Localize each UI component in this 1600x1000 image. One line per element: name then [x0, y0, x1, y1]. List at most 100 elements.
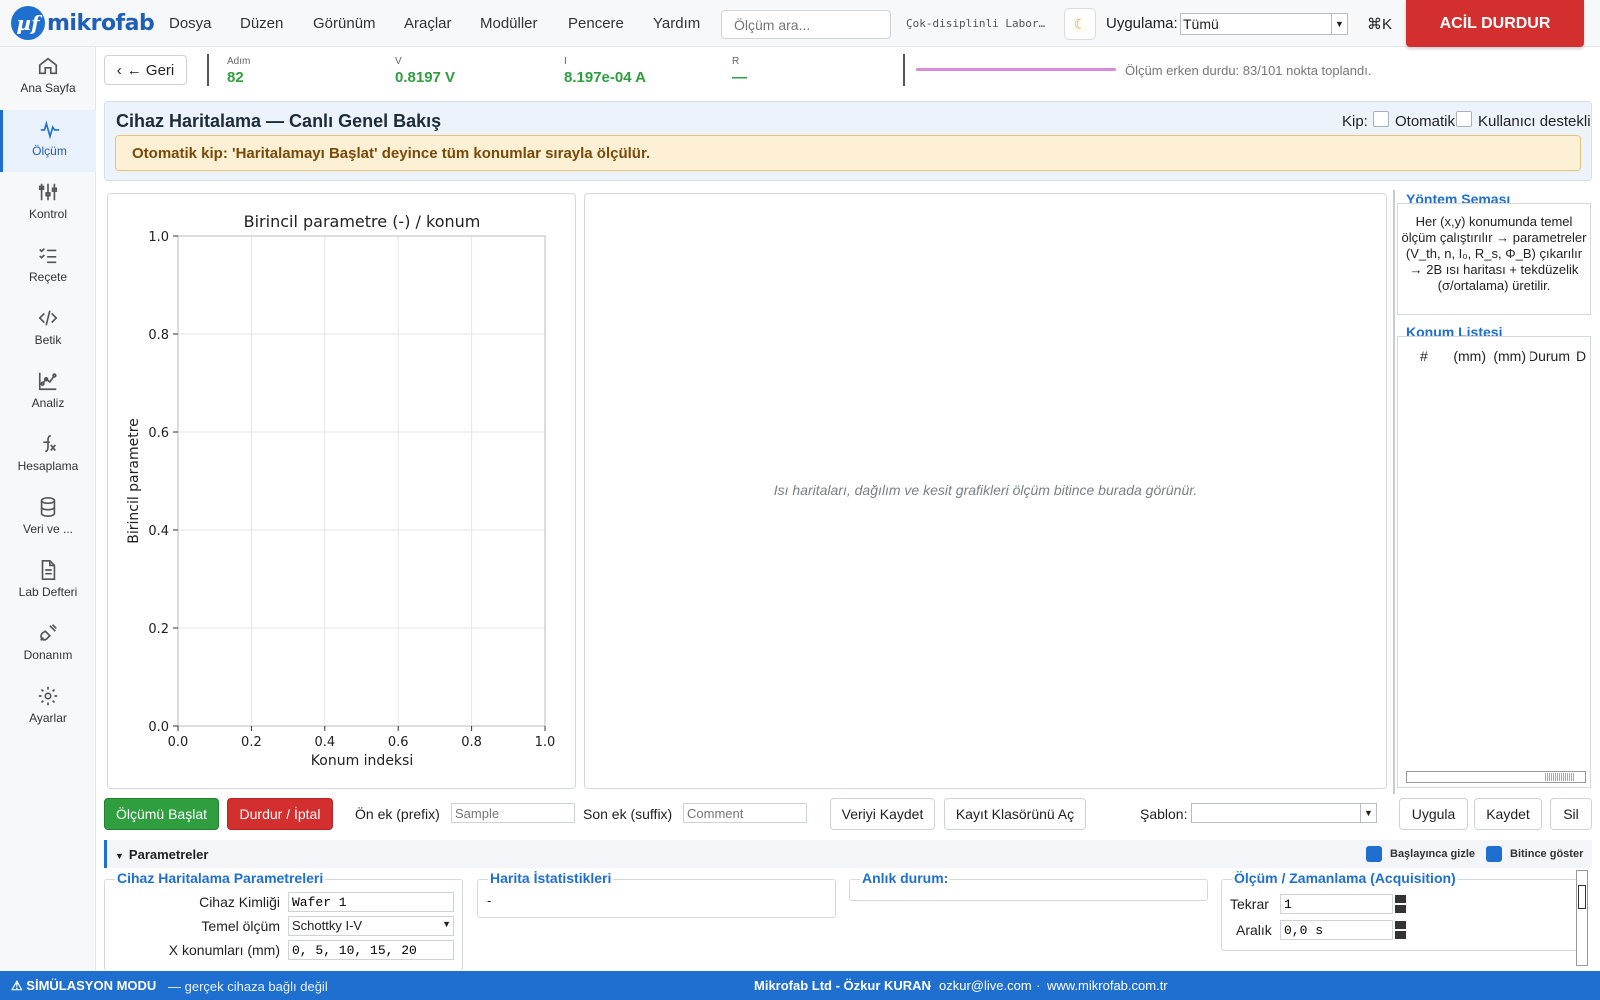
spin-down-icon[interactable]	[1395, 931, 1406, 939]
website-link[interactable]: www.mikrofab.com.tr	[1047, 978, 1168, 993]
menu-pencere[interactable]: Pencere	[568, 15, 624, 32]
sidebar-item-label: Betik	[34, 333, 62, 347]
sidebar-item-calculation[interactable]: Hesaplama	[0, 425, 96, 487]
menu-gorunum[interactable]: Görünüm	[313, 15, 376, 32]
save-data-button[interactable]: Veriyi Kaydet	[830, 798, 935, 830]
back-button[interactable]: ‹ ← Geri	[104, 55, 187, 85]
step-value: 82	[227, 69, 244, 86]
interval-input[interactable]	[1280, 920, 1393, 940]
function-icon	[43, 434, 56, 453]
moon-icon: ☾	[1073, 15, 1087, 32]
collapse-triangle-icon: ▼	[115, 851, 124, 861]
spin-down-icon[interactable]	[1395, 905, 1406, 913]
sidebar-item-recipe[interactable]: Reçete	[0, 236, 96, 298]
sidebar: Ana Sayfa Ölçüm Kontrol Reçete Betik Ana…	[0, 47, 96, 971]
scrollbar-thumb[interactable]	[1578, 885, 1586, 909]
spin-up-icon[interactable]	[1395, 921, 1406, 929]
sidebar-item-label: Analiz	[31, 396, 65, 410]
sidebar-item-label: Hesaplama	[17, 459, 79, 473]
sidebar-item-analysis[interactable]: Analiz	[0, 362, 96, 424]
save-template-button[interactable]: Kaydet	[1474, 798, 1542, 830]
footer-separator: ·	[928, 978, 933, 993]
chevron-down-icon: ▼	[442, 919, 451, 929]
menu-yardim[interactable]: Yardım	[653, 15, 700, 32]
column-header[interactable]: D	[1576, 348, 1586, 364]
plot-area	[177, 235, 546, 727]
checklist-icon	[39, 247, 57, 264]
command-palette-shortcut[interactable]: ⌘K	[1367, 15, 1392, 33]
mode-user-checkbox[interactable]	[1456, 111, 1472, 127]
menu-dosya[interactable]: Dosya	[169, 15, 212, 32]
column-header[interactable]: #	[1420, 348, 1440, 364]
sidebar-item-label: Donanım	[23, 648, 73, 662]
mode-auto-label[interactable]: Otomatik	[1395, 113, 1455, 130]
column-header[interactable]: Y (mm)	[1490, 348, 1526, 364]
app-logo[interactable]: µf mikrofab	[11, 6, 155, 40]
vertical-scrollbar[interactable]	[1576, 870, 1588, 966]
x-tick-label: 0.0	[168, 735, 189, 750]
base-measurement-select[interactable]: Schottky I-V ▼	[288, 916, 454, 936]
delete-template-button[interactable]: Sil	[1550, 798, 1592, 830]
sidebar-item-home[interactable]: Ana Sayfa	[0, 47, 96, 109]
x-tick-label: 0.2	[241, 735, 262, 750]
y-tick-label: 0.6	[148, 426, 169, 441]
open-folder-button[interactable]: Kayıt Klasörünü Aç	[944, 798, 1086, 830]
splitter[interactable]	[1393, 190, 1395, 794]
logo-text: mikrofab	[47, 10, 155, 36]
progress-message: Ölçüm erken durdu: 83/101 nokta toplandı…	[1125, 63, 1372, 78]
mode-auto-checkbox[interactable]	[1373, 111, 1389, 127]
database-icon	[40, 497, 56, 517]
prefix-input[interactable]	[451, 803, 575, 823]
spin-up-icon[interactable]	[1395, 895, 1406, 903]
sidebar-item-settings[interactable]: Ayarlar	[0, 677, 96, 739]
scrollbar-grip[interactable]	[1545, 773, 1575, 781]
apply-template-button[interactable]: Uygula	[1399, 798, 1468, 830]
base-measurement-value: Schottky I-V	[292, 918, 363, 933]
horizontal-scrollbar[interactable]	[1406, 771, 1586, 783]
sidebar-item-label: Ana Sayfa	[20, 81, 76, 95]
menu-moduller[interactable]: Modüller	[480, 15, 538, 32]
app-selector-value: Tümü	[1183, 16, 1219, 32]
sidebar-item-data[interactable]: Veri ve ...	[0, 488, 96, 550]
footer-separator: ·	[1036, 978, 1041, 993]
stop-cancel-button[interactable]: Durdur / İptal	[227, 798, 333, 830]
column-header[interactable]: Durum	[1530, 348, 1570, 364]
header-panel: Cihaz Haritalama — Canlı Genel Bakış Kip…	[104, 101, 1592, 181]
sidebar-item-measurement[interactable]: Ölçüm	[0, 110, 96, 172]
device-mapping-title: Cihaz Haritalama Parametreleri	[115, 870, 326, 886]
hide-on-start-label: Başlayınca gizle	[1390, 848, 1475, 860]
scrollbar-thumb[interactable]	[1417, 773, 1547, 781]
maps-panel: Isı haritaları, dağılım ve kesit grafikl…	[584, 193, 1387, 789]
device-id-input[interactable]	[288, 892, 454, 912]
prefix-label: Ön ek (prefix)	[355, 806, 440, 822]
search-input[interactable]	[721, 10, 891, 39]
repeat-label: Tekrar	[1230, 896, 1269, 912]
template-select[interactable]: ▼	[1191, 803, 1377, 823]
start-measurement-button[interactable]: Ölçümü Başlat	[104, 798, 219, 830]
show-on-finish-checkbox[interactable]	[1486, 846, 1502, 862]
mode-user-label[interactable]: Kullanıcı destekli	[1478, 113, 1591, 130]
warning-icon: ⚠	[11, 978, 23, 993]
hide-on-start-checkbox[interactable]	[1366, 846, 1382, 862]
contact-email[interactable]: ozkur@live.com	[939, 978, 1032, 993]
sidebar-item-hardware[interactable]: Donanım	[0, 614, 96, 676]
column-header[interactable]: X (mm)	[1450, 348, 1486, 364]
top-menubar: µf mikrofab Dosya Düzen Görünüm Araçlar …	[0, 0, 1600, 47]
sidebar-item-control[interactable]: Kontrol	[0, 173, 96, 235]
base-measurement-label: Temel ölçüm	[201, 918, 280, 934]
app-selector[interactable]: Tümü ▼	[1180, 13, 1348, 35]
menu-araclar[interactable]: Araçlar	[404, 15, 452, 32]
plug-icon	[40, 624, 57, 641]
repeat-input[interactable]	[1280, 894, 1393, 914]
sidebar-item-script[interactable]: Betik	[0, 299, 96, 361]
theme-toggle-button[interactable]: ☾	[1064, 8, 1096, 40]
y-tick-label: 0.4	[148, 524, 169, 539]
primary-parameter-chart: Birincil parametre (-) / konum 0.0 0.2 0.4…	[126, 212, 555, 769]
sidebar-item-lab-notebook[interactable]: Lab Defteri	[0, 551, 96, 613]
suffix-input[interactable]	[683, 803, 807, 823]
x-positions-input[interactable]	[288, 940, 454, 960]
chevron-left-icon: ‹	[116, 61, 122, 79]
emergency-stop-button[interactable]: ACİL DURDUR	[1406, 0, 1584, 47]
menu-duzen[interactable]: Düzen	[240, 15, 283, 32]
location-list[interactable]: # X (mm) Y (mm) Durum D	[1397, 336, 1591, 788]
